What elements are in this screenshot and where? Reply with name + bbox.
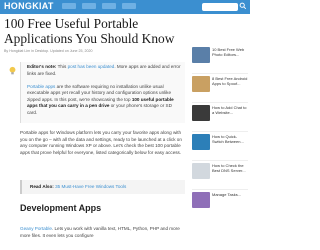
related-thumbnail[interactable]: [192, 76, 210, 92]
header-search-input[interactable]: [202, 3, 238, 11]
related-title[interactable]: 10 Best Free Web Photo Editors...: [212, 47, 248, 57]
divider: [192, 73, 248, 74]
related-thumbnail[interactable]: [192, 134, 210, 150]
main-nav: [62, 3, 136, 9]
related-post[interactable]: How to Quick-Switch Between...: [192, 134, 248, 161]
note-label: Editor's note:: [27, 64, 57, 69]
portable-apps-link[interactable]: Portable apps: [27, 84, 55, 89]
related-post[interactable]: How to Add Chat to a Website...: [192, 105, 248, 132]
divider: [192, 189, 248, 190]
editors-note: Editor's note: This post has been update…: [20, 62, 185, 123]
related-title[interactable]: Manage Tasks...: [212, 192, 248, 197]
read-also-link[interactable]: 35 Must-Have Free Windows Tools: [55, 184, 126, 189]
related-title[interactable]: How to Quick-Switch Between...: [212, 134, 248, 144]
article-byline: By Hongkiat Lim in Desktop. Updated on J…: [4, 49, 93, 53]
article-title: 100 Free Useful Portable Applications Yo…: [4, 16, 175, 46]
related-thumbnail[interactable]: [192, 105, 210, 121]
read-also-label: Read Also:: [30, 184, 54, 189]
read-also-box: Read Also: 35 Must-Have Free Windows Too…: [20, 180, 185, 194]
nav-item[interactable]: [102, 3, 116, 9]
related-thumbnail[interactable]: [192, 163, 210, 179]
geany-link[interactable]: Geany Portable: [20, 226, 52, 231]
related-sidebar: 10 Best Free Web Photo Editors... 8 Best…: [192, 47, 248, 221]
related-post[interactable]: How to Check the Best DNS Server...: [192, 163, 248, 190]
section-heading: Development Apps: [20, 203, 102, 213]
site-logo[interactable]: HONGKIAT: [4, 1, 54, 11]
site-header: HONGKIAT: [0, 0, 250, 14]
intro-paragraph: Portable apps for Windows platform lets …: [20, 130, 182, 155]
divider: [192, 160, 248, 161]
related-title[interactable]: How to Check the Best DNS Server...: [212, 163, 248, 173]
nav-item[interactable]: [122, 3, 136, 9]
lightbulb-icon: [9, 66, 16, 75]
related-post[interactable]: 10 Best Free Web Photo Editors...: [192, 47, 248, 74]
geany-paragraph: Geany Portable. Lets you work with vanil…: [20, 226, 185, 239]
related-title[interactable]: 8 Best Free Android Apps to Spoof...: [212, 76, 248, 86]
related-thumbnail[interactable]: [192, 192, 210, 208]
related-post[interactable]: Manage Tasks...: [192, 192, 248, 219]
nav-item[interactable]: [62, 3, 76, 9]
related-title[interactable]: How to Add Chat to a Website...: [212, 105, 248, 115]
related-post[interactable]: 8 Best Free Android Apps to Spoof...: [192, 76, 248, 103]
related-thumbnail[interactable]: [192, 47, 210, 63]
divider: [192, 102, 248, 103]
nav-item[interactable]: [82, 3, 96, 9]
divider: [192, 131, 248, 132]
note-update-link[interactable]: post has been updated: [68, 64, 115, 69]
search-icon[interactable]: [239, 2, 247, 10]
note-text-pre: This: [57, 64, 68, 69]
